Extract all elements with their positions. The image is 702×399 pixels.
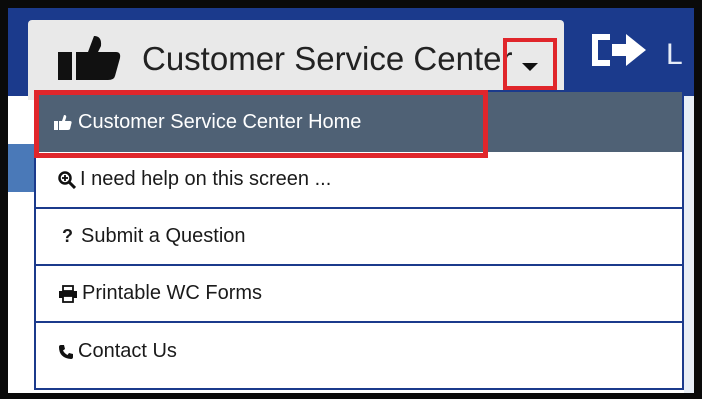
top-navigation-bar: Customer Service Center L [8,8,694,100]
customer-service-center-label: Customer Service Center [142,40,513,77]
menu-item-contact-us[interactable]: Contact Us [36,323,682,380]
menu-item-label: Printable WC Forms [82,282,263,304]
menu-item-label: I need help on this screen ... [80,168,332,190]
background-panel-strip [8,144,34,192]
search-plus-icon [58,170,76,189]
menu-item-printable-forms[interactable]: Printable WC Forms [36,266,682,323]
caret-down-icon [522,63,538,71]
print-icon [59,284,77,303]
logout-label[interactable]: L [666,38,683,72]
menu-item-submit-question[interactable]: ? Submit a Question [36,209,682,266]
dropdown-toggle-button[interactable] [503,38,557,90]
question-icon: ? [62,226,73,246]
phone-icon [59,344,73,359]
menu-item-label: Submit a Question [81,225,246,247]
thumbs-up-icon [58,36,121,80]
menu-item-help-on-screen[interactable]: I need help on this screen ... [36,152,682,209]
sign-out-icon[interactable] [588,30,650,70]
customer-service-center-button[interactable]: Customer Service Center [28,20,564,100]
app-frame: Customer Service Center L Customer Servi… [8,8,694,393]
menu-item-label: Contact Us [78,340,177,362]
home-item-highlight-annotation [34,90,488,158]
background-panel-edge [684,96,694,393]
